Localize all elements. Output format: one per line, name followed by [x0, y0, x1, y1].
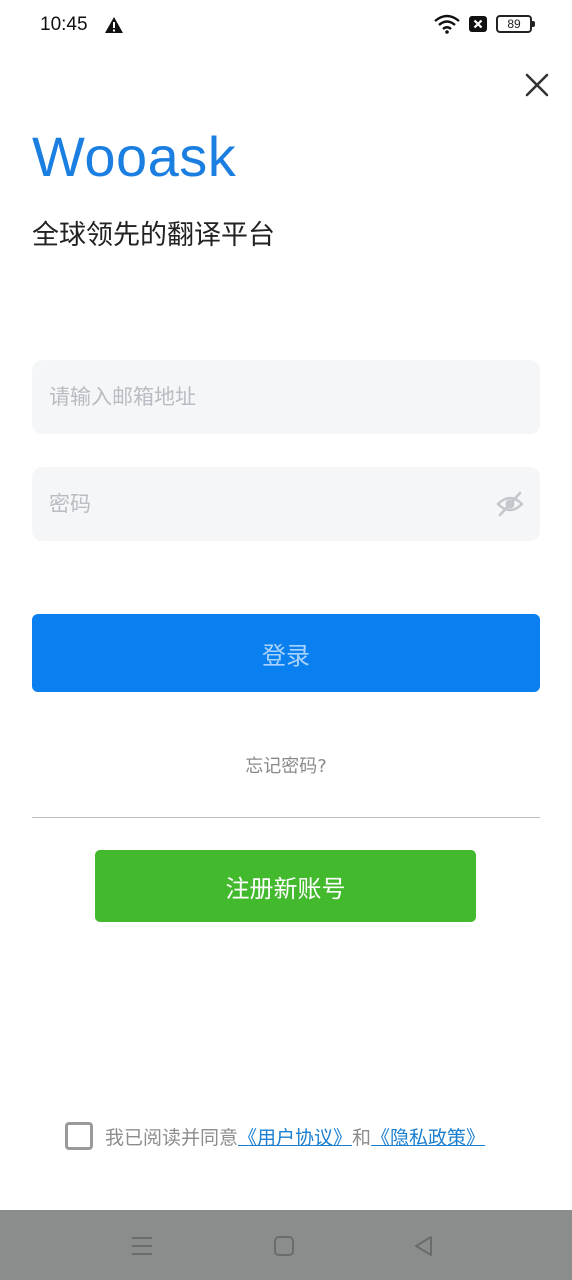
- brand-logo-text: Wooask: [32, 125, 237, 188]
- status-icons: 89: [434, 14, 535, 34]
- forgot-password-link[interactable]: 忘记密码?: [0, 752, 572, 778]
- close-icon[interactable]: [520, 68, 554, 102]
- email-field-container: [32, 360, 540, 434]
- agreement-checkbox[interactable]: [65, 1122, 93, 1150]
- password-input[interactable]: [32, 467, 540, 541]
- status-bar: 10:45 89: [0, 0, 572, 52]
- home-square-icon[interactable]: [270, 1232, 298, 1260]
- login-button[interactable]: 登录: [32, 614, 540, 692]
- menu-icon[interactable]: [128, 1232, 156, 1260]
- register-button[interactable]: 注册新账号: [95, 850, 476, 922]
- password-field-container: [32, 467, 540, 541]
- agreement-prefix: 我已阅读并同意: [105, 1126, 239, 1149]
- agreement-and: 和: [352, 1126, 372, 1149]
- back-triangle-icon[interactable]: [410, 1232, 438, 1260]
- battery-icon: 89: [496, 15, 535, 33]
- user-agreement-link[interactable]: 《用户协议》: [238, 1123, 352, 1150]
- email-input[interactable]: [32, 360, 540, 434]
- sim-off-icon: [469, 16, 487, 32]
- warning-icon: [105, 17, 123, 33]
- brand-slogan: 全球领先的翻译平台: [32, 220, 275, 251]
- system-nav-bar: [0, 1210, 572, 1280]
- status-time: 10:45: [40, 14, 88, 35]
- agreement-row: 我已阅读并同意 《用户协议》 和 《隐私政策》: [65, 1122, 485, 1150]
- privacy-policy-link[interactable]: 《隐私政策》: [371, 1123, 485, 1150]
- eye-off-icon[interactable]: [496, 491, 524, 517]
- wifi-icon: [434, 14, 460, 34]
- divider: [32, 817, 540, 818]
